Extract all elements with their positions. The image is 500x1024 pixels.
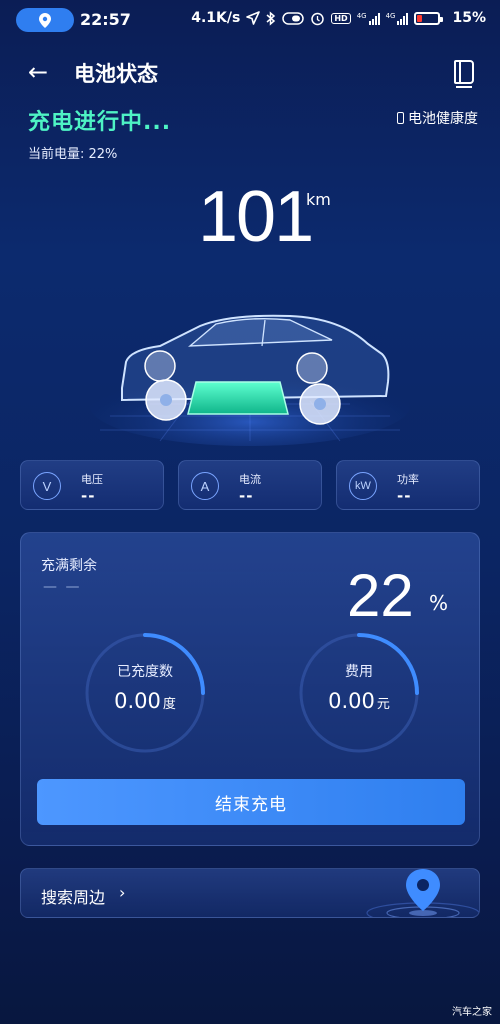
charged-energy-unit: 度 [162,697,176,712]
watermark: 汽车之家 [452,1007,492,1018]
search-nearby-label: 搜索周边 [41,888,106,907]
current-icon: A [191,472,219,500]
signal-type: 4G [356,11,367,20]
location-pill[interactable] [16,8,74,32]
voltage-label: 电压 [81,473,103,486]
status-bar: 22:57 4.1K/s HD 4G 4G 15% [0,0,500,40]
range-unit: km [306,190,331,209]
charged-energy-gauge: 已充度数 0.00 度 [83,631,207,755]
time-to-full-label: 充满剩余 [41,558,97,574]
charged-energy-label: 已充度数 [117,664,173,680]
battery-health-link[interactable]: 电池健康度 [397,108,478,128]
current-value: -- [239,487,254,505]
charging-status: 充电进行中... [28,110,172,135]
status-icons: 4.1K/s HD 4G 4G 15% [191,10,486,26]
soc-value: 22 [347,562,414,629]
power-icon: kW [349,472,377,500]
charged-energy-value-wrap: 0.00 度 [83,689,207,713]
battery-health-label: 电池健康度 [408,111,478,127]
cost-gauge: 费用 0.00 元 [297,631,421,755]
current-level: 当前电量: 22% [28,147,118,162]
power-label: 功率 [397,473,419,486]
net-speed: 4.1K/s [191,10,241,26]
search-nearby-bar[interactable]: 搜索周边 › [20,868,480,918]
cost-value-wrap: 0.00 元 [297,689,421,713]
signal-icon-2: 4G [386,12,409,25]
signal-icon: 4G [357,12,380,25]
page-title: 电池状态 [74,62,158,86]
charging-panel: 充满剩余 — — 22 % 已充度数 0.00 度 费用 0.00 元 结束充电 [20,532,480,846]
bluetooth-icon [266,10,276,26]
location-pin-icon [39,12,51,28]
end-charging-button[interactable]: 结束充电 [37,779,465,825]
charged-energy-value: 0.00 [114,689,161,713]
soc-unit: % [429,591,449,615]
cost-value: 0.00 [328,689,375,713]
battery-icon [414,11,444,25]
signal-type-2: 4G [385,11,396,20]
alarm-icon [311,12,325,25]
clock: 22:57 [80,10,131,29]
battery-small-icon [397,112,404,124]
range-value: 101 [198,177,314,257]
chevron-right-icon: › [119,883,126,902]
cost-label: 费用 [345,664,373,680]
back-arrow-icon[interactable]: ← [28,60,48,84]
battery-percent: 15% [452,10,486,26]
cost-unit: 元 [376,697,390,712]
time-to-full-value: — — [43,579,82,595]
manual-book-icon[interactable] [454,60,474,88]
toggle-icon [282,11,305,25]
current-label: 电流 [239,473,261,486]
power-card: kW 功率 -- [336,460,480,510]
current-card: A 电流 -- [178,460,322,510]
power-value: -- [397,487,412,505]
map-pin-decoration [351,869,479,917]
voltage-value: -- [81,487,96,505]
voltage-card: V 电压 -- [20,460,164,510]
hd-badge: HD [331,12,351,24]
car-illustration [90,296,410,446]
navigation-arrow-icon [246,11,261,25]
voltage-icon: V [33,472,61,500]
